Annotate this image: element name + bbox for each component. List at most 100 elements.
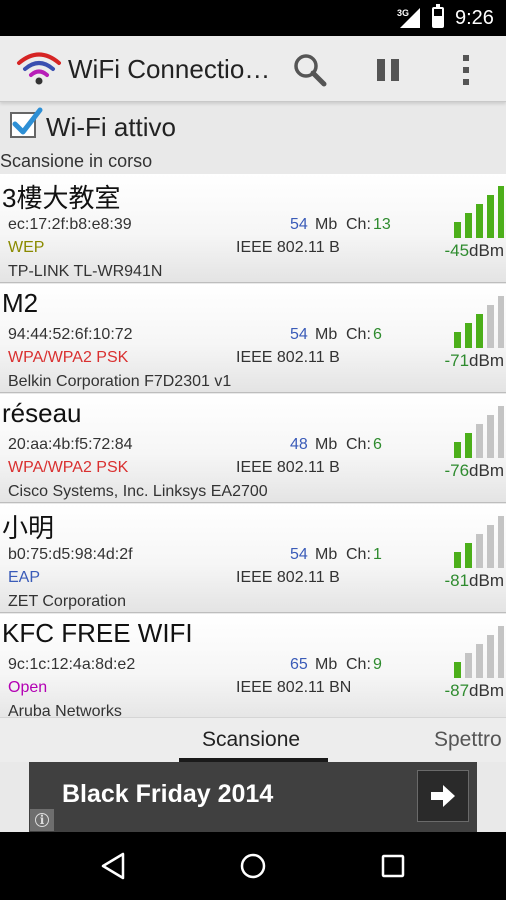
network-bssid: 94:44:52:6f:10:72 <box>8 326 133 343</box>
network-vendor: ZET Corporation <box>8 593 126 610</box>
signal-bar <box>487 195 494 238</box>
network-link-rate-unit: Mb <box>315 656 338 673</box>
home-icon <box>240 853 266 879</box>
recents-icon <box>381 854 405 878</box>
signal-bar <box>454 552 461 568</box>
signal-strength-icon <box>454 516 504 568</box>
network-link-rate-unit: Mb <box>315 216 338 233</box>
network-signal-level: -81dBm <box>444 571 504 591</box>
network-signal-unit: dBm <box>469 351 504 370</box>
network-standard: IEEE 802.11 B <box>236 349 340 366</box>
ad-open-button[interactable] <box>417 770 469 822</box>
ad-area: Black Friday 2014 i <box>0 762 506 832</box>
network-signal-level: -45dBm <box>444 241 504 261</box>
network-item[interactable]: 3樓大教室 ec:17:2f:b8:e8:39 54 Mb Ch: 13 WEP… <box>0 174 506 283</box>
network-signal-unit: dBm <box>469 571 504 590</box>
network-channel: 9 <box>373 656 382 673</box>
network-signal-dbm: -76 <box>444 461 470 480</box>
clock: 9:26 <box>455 7 494 29</box>
ad-banner[interactable]: Black Friday 2014 i <box>29 762 477 832</box>
back-icon <box>101 852 125 880</box>
network-standard: IEEE 802.11 BN <box>236 679 352 696</box>
info-icon: i <box>35 813 49 827</box>
network-standard: IEEE 802.11 B <box>236 569 340 586</box>
arrow-right-icon <box>431 785 455 807</box>
signal-bar <box>465 323 472 348</box>
recents-button[interactable] <box>373 846 413 886</box>
network-link-rate: 54 <box>290 216 308 233</box>
signal-bar <box>465 653 472 678</box>
pause-icon <box>377 59 399 81</box>
signal-bar <box>476 424 483 458</box>
signal-bar <box>487 525 494 568</box>
network-link-rate-unit: Mb <box>315 546 338 563</box>
signal-bar <box>487 635 494 678</box>
signal-strength-icon <box>454 626 504 678</box>
signal-bar <box>498 516 504 568</box>
network-item[interactable]: M2 94:44:52:6f:10:72 54 Mb Ch: 6 WPA/WPA… <box>0 284 506 393</box>
ad-info-button[interactable]: i <box>30 809 54 831</box>
network-signal-unit: dBm <box>469 681 504 700</box>
status-bar: 3G 9:26 <box>0 0 506 36</box>
overflow-menu-button[interactable] <box>444 48 488 92</box>
cell-signal-icon <box>400 8 420 28</box>
back-button[interactable] <box>93 846 133 886</box>
signal-bar <box>498 626 504 678</box>
network-link-rate: 54 <box>290 326 308 343</box>
network-link-rate: 48 <box>290 436 308 453</box>
signal-bar <box>487 305 494 348</box>
app-title: WiFi Connectio… <box>68 54 271 84</box>
network-standard: IEEE 802.11 B <box>236 239 340 256</box>
signal-bar <box>465 433 472 458</box>
network-channel-label: Ch: <box>346 656 371 673</box>
network-ssid: réseau <box>2 398 82 428</box>
network-channel-label: Ch: <box>346 216 371 233</box>
network-list[interactable]: 3樓大教室 ec:17:2f:b8:e8:39 54 Mb Ch: 13 WEP… <box>0 174 506 717</box>
network-vendor: Aruba Networks <box>8 703 122 717</box>
network-bssid: 20:aa:4b:f5:72:84 <box>8 436 133 453</box>
tab-scan[interactable]: Scansione <box>202 728 300 752</box>
scan-status: Scansione in corso <box>0 151 153 171</box>
network-signal-level: -76dBm <box>444 461 504 481</box>
wifi-active-toggle[interactable]: Wi-Fi attivo <box>0 106 506 146</box>
signal-strength-icon <box>454 296 504 348</box>
network-channel-label: Ch: <box>346 326 371 343</box>
network-signal-dbm: -71 <box>444 351 470 370</box>
network-bssid: 9c:1c:12:4a:8d:e2 <box>8 656 136 673</box>
network-item[interactable]: réseau 20:aa:4b:f5:72:84 48 Mb Ch: 6 WPA… <box>0 394 506 503</box>
network-vendor: Cisco Systems, Inc. Linksys EA2700 <box>8 483 268 500</box>
network-link-rate: 65 <box>290 656 308 673</box>
signal-bar <box>465 213 472 238</box>
network-channel: 6 <box>373 436 382 453</box>
network-vendor: TP-LINK TL-WR941N <box>8 263 163 280</box>
signal-bar <box>476 644 483 678</box>
signal-bar <box>476 314 483 348</box>
wifi-active-checkbox[interactable] <box>10 107 43 138</box>
signal-bar <box>454 662 461 678</box>
navigation-bar <box>0 832 506 900</box>
network-item[interactable]: 小明 b0:75:d5:98:4d:2f 54 Mb Ch: 1 EAP IEE… <box>0 504 506 613</box>
network-bssid: b0:75:d5:98:4d:2f <box>8 546 133 563</box>
tab-bar: Scansione Spettro <box>0 717 506 762</box>
search-button[interactable] <box>288 48 332 92</box>
tab-spectrum[interactable]: Spettro <box>434 728 502 752</box>
network-signal-level: -87dBm <box>444 681 504 701</box>
home-button[interactable] <box>233 846 273 886</box>
network-ssid: 小明 <box>2 513 55 543</box>
network-channel-label: Ch: <box>346 436 371 453</box>
network-channel-label: Ch: <box>346 546 371 563</box>
network-standard: IEEE 802.11 B <box>236 459 340 476</box>
network-ssid: 3樓大教室 <box>2 183 121 213</box>
network-security: WEP <box>8 239 45 256</box>
pause-button[interactable] <box>366 48 410 92</box>
signal-strength-icon <box>454 186 504 238</box>
signal-bar <box>476 534 483 568</box>
network-security: WPA/WPA2 PSK <box>8 349 129 366</box>
network-signal-dbm: -45 <box>444 241 470 260</box>
network-vendor: Belkin Corporation F7D2301 v1 <box>8 373 232 390</box>
network-ssid: M2 <box>2 288 39 318</box>
checkmark-icon <box>12 107 43 135</box>
network-channel: 6 <box>373 326 382 343</box>
network-security: Open <box>8 679 48 696</box>
network-item[interactable]: KFC FREE WIFI 9c:1c:12:4a:8d:e2 65 Mb Ch… <box>0 614 506 717</box>
